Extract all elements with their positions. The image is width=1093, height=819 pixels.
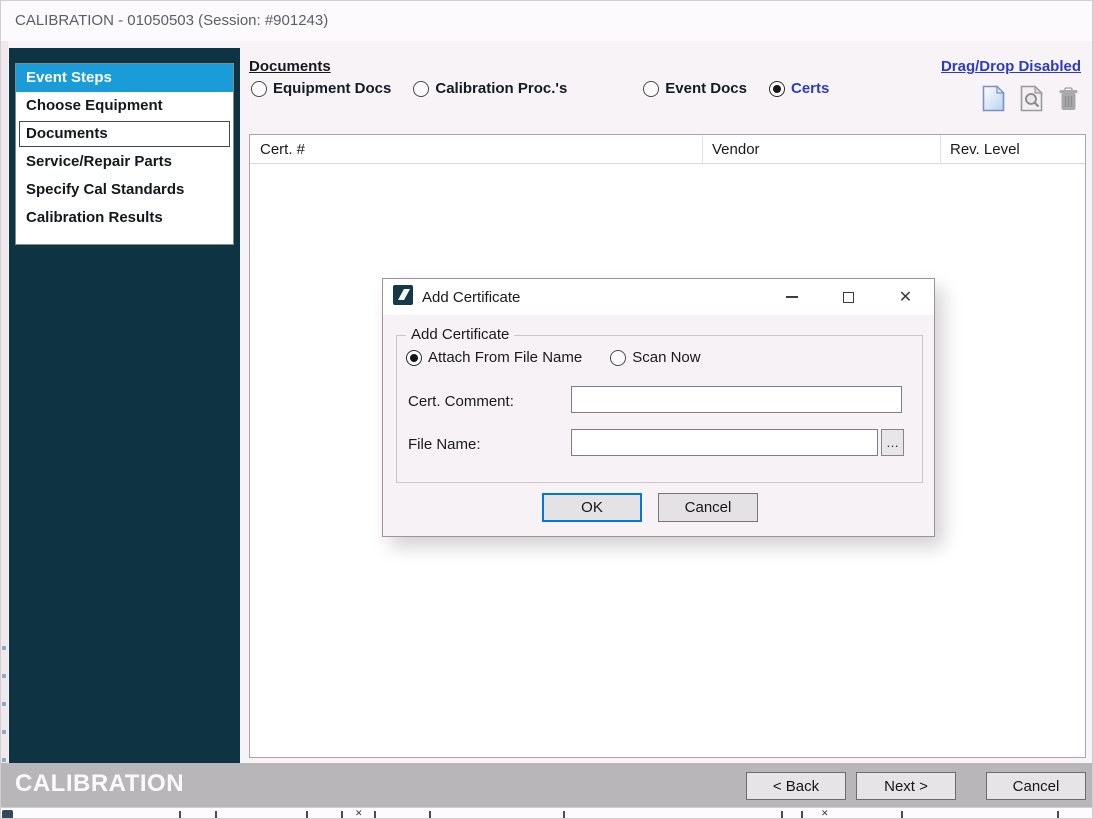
background-tick (374, 811, 376, 818)
delete-icon[interactable] (1058, 86, 1079, 116)
wizard-footer: CALIBRATION < Back Next > Cancel (1, 763, 1093, 807)
document-type-radios: Equipment Docs Calibration Proc.'s Event… (251, 80, 829, 97)
edge-artifact (2, 702, 6, 706)
background-tick (901, 811, 903, 818)
preview-document-icon[interactable] (1020, 85, 1043, 116)
edge-artifact (2, 646, 6, 650)
application-window: CALIBRATION - 01050503 (Session: #901243… (0, 0, 1093, 819)
column-divider (702, 135, 703, 164)
minimize-button[interactable] (763, 279, 820, 315)
maximize-button[interactable] (820, 279, 877, 315)
file-name-label: File Name: (408, 436, 481, 453)
minimize-icon (786, 296, 798, 298)
dialog-titlebar[interactable]: Add Certificate ✕ (383, 279, 934, 315)
radio-event-docs[interactable]: Event Docs (643, 80, 747, 97)
background-tick (306, 811, 308, 818)
maximize-icon (843, 292, 854, 303)
background-tick (801, 811, 803, 818)
radio-calibration-procs[interactable]: Calibration Proc.'s (413, 80, 567, 97)
file-name-input[interactable] (571, 429, 878, 456)
background-window-strip: ✕ ✕ (1, 807, 1093, 819)
radio-label: Calibration Proc.'s (435, 80, 567, 97)
event-steps-header: Event Steps (16, 64, 233, 92)
background-tick (179, 811, 181, 818)
background-tick (563, 811, 565, 818)
sidebar-item-choose-equipment[interactable]: Choose Equipment (16, 92, 233, 120)
background-tick (215, 811, 217, 818)
next-button[interactable]: Next > (856, 772, 956, 800)
background-artifact (2, 810, 13, 819)
background-window-edge (1, 41, 8, 819)
radio-label: Attach From File Name (428, 349, 582, 366)
certs-table-header: Cert. # Vendor Rev. Level (250, 135, 1085, 164)
dialog-cancel-button[interactable]: Cancel (658, 493, 758, 522)
dialog-window-controls: ✕ (763, 279, 934, 315)
cert-comment-label: Cert. Comment: (408, 393, 514, 410)
radio-circle-icon[interactable] (251, 81, 267, 97)
documents-heading: Documents (249, 58, 331, 75)
radio-label: Event Docs (665, 80, 747, 97)
background-xmark: ✕ (355, 808, 363, 819)
close-button[interactable]: ✕ (877, 279, 934, 315)
radio-label: Scan Now (632, 349, 700, 366)
column-divider (940, 135, 941, 164)
edge-artifact (2, 674, 6, 678)
radio-equipment-docs[interactable]: Equipment Docs (251, 80, 391, 97)
background-tick (341, 811, 343, 818)
radio-circle-icon[interactable] (643, 81, 659, 97)
sidebar-item-specify-cal-standards[interactable]: Specify Cal Standards (16, 176, 233, 204)
add-certificate-group: Add Certificate Attach From File Name Sc… (396, 335, 923, 483)
radio-circle-icon[interactable] (413, 81, 429, 97)
background-tick (429, 811, 431, 818)
column-header-rev-level[interactable]: Rev. Level (950, 135, 1020, 164)
radio-attach-from-file[interactable]: Attach From File Name (406, 349, 582, 366)
attach-mode-radios: Attach From File Name Scan Now (406, 349, 701, 366)
new-document-icon[interactable] (982, 85, 1005, 116)
add-certificate-dialog: Add Certificate ✕ Add Certificate Attach… (382, 278, 935, 537)
column-header-cert-number[interactable]: Cert. # (260, 135, 305, 164)
window-title: CALIBRATION - 01050503 (Session: #901243… (15, 12, 328, 29)
cert-comment-input[interactable] (571, 386, 902, 413)
wizard-title: CALIBRATION (15, 770, 184, 798)
event-steps-panel: Event Steps Choose Equipment Documents S… (15, 63, 234, 245)
edge-artifact (2, 758, 6, 762)
sidebar-item-documents[interactable]: Documents (19, 121, 230, 147)
dragdrop-toggle-link[interactable]: Drag/Drop Disabled (941, 58, 1081, 75)
document-toolbar (982, 85, 1079, 116)
group-title: Add Certificate (406, 326, 514, 343)
radio-certs[interactable]: Certs (769, 80, 829, 97)
radio-circle-icon[interactable] (610, 350, 626, 366)
radio-circle-icon[interactable] (769, 81, 785, 97)
ok-button[interactable]: OK (542, 493, 642, 522)
back-button[interactable]: < Back (746, 772, 846, 800)
edge-artifact (2, 730, 6, 734)
background-xmark: ✕ (821, 808, 829, 819)
sidebar-item-calibration-results[interactable]: Calibration Results (16, 204, 233, 232)
app-logo-icon (393, 285, 413, 309)
wizard-cancel-button[interactable]: Cancel (986, 772, 1086, 800)
browse-button[interactable]: … (881, 429, 904, 456)
column-header-vendor[interactable]: Vendor (712, 135, 760, 164)
radio-label: Equipment Docs (273, 80, 391, 97)
radio-scan-now[interactable]: Scan Now (610, 349, 700, 366)
background-tick (1057, 811, 1059, 818)
sidebar-item-service-repair-parts[interactable]: Service/Repair Parts (16, 148, 233, 176)
dialog-title: Add Certificate (422, 289, 520, 306)
background-tick (781, 811, 783, 818)
radio-label: Certs (791, 80, 829, 97)
radio-circle-icon[interactable] (406, 350, 422, 366)
window-titlebar: CALIBRATION - 01050503 (Session: #901243… (1, 1, 1092, 41)
sidebar: Event Steps Choose Equipment Documents S… (9, 48, 240, 763)
